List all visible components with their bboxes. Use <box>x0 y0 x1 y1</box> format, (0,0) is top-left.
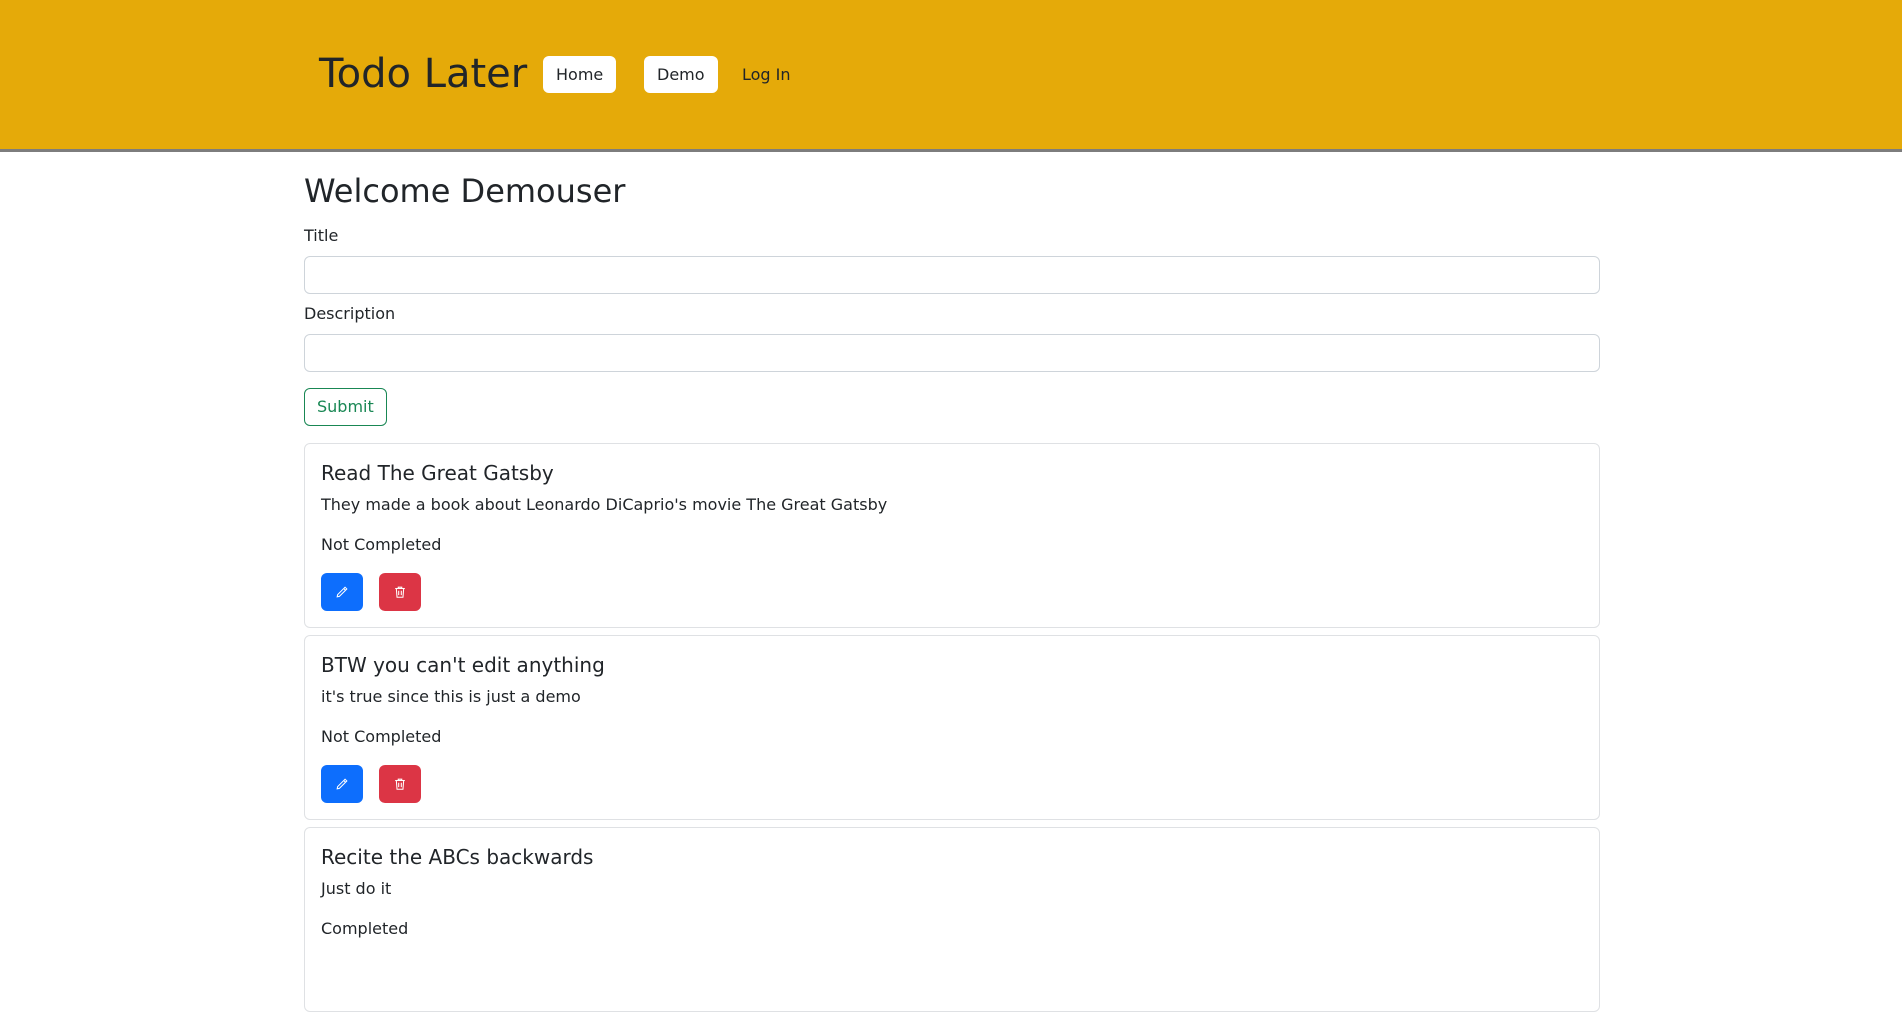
title-label: Title <box>304 226 339 245</box>
todo-description: They made a book about Leonardo DiCaprio… <box>321 495 888 514</box>
title-input[interactable] <box>304 256 1600 294</box>
todo-card: Recite the ABCs backwards Just do it Com… <box>304 827 1600 1012</box>
todo-status: Completed <box>321 919 409 938</box>
edit-button[interactable] <box>321 573 363 611</box>
todo-status: Not Completed <box>321 535 442 554</box>
trash-icon <box>395 778 405 790</box>
submit-button[interactable]: Submit <box>304 388 387 426</box>
description-label: Description <box>304 304 396 323</box>
pencil-icon <box>336 586 348 598</box>
todo-card: BTW you can't edit anything it's true si… <box>304 635 1600 820</box>
todo-description: Just do it <box>321 879 392 898</box>
brand-title[interactable]: Todo Later <box>319 50 527 98</box>
nav-home-link[interactable]: Home <box>543 56 617 93</box>
todo-card: Read The Great Gatsby They made a book a… <box>304 443 1600 628</box>
nav-login-link[interactable]: Log In <box>729 56 804 93</box>
welcome-heading: Welcome Demouser <box>304 172 626 210</box>
edit-button[interactable] <box>321 765 363 803</box>
pencil-icon <box>336 778 348 790</box>
delete-button[interactable] <box>379 573 421 611</box>
nav-demo-link[interactable]: Demo <box>644 56 718 93</box>
todo-description: it's true since this is just a demo <box>321 687 581 706</box>
trash-icon <box>395 586 405 598</box>
todo-title: Read The Great Gatsby <box>321 461 554 485</box>
todo-status: Not Completed <box>321 727 442 746</box>
todo-title: Recite the ABCs backwards <box>321 845 594 869</box>
delete-button[interactable] <box>379 765 421 803</box>
todo-title: BTW you can't edit anything <box>321 653 605 677</box>
description-input[interactable] <box>304 334 1600 372</box>
navbar: Todo Later Home Demo Log In <box>0 0 1902 152</box>
